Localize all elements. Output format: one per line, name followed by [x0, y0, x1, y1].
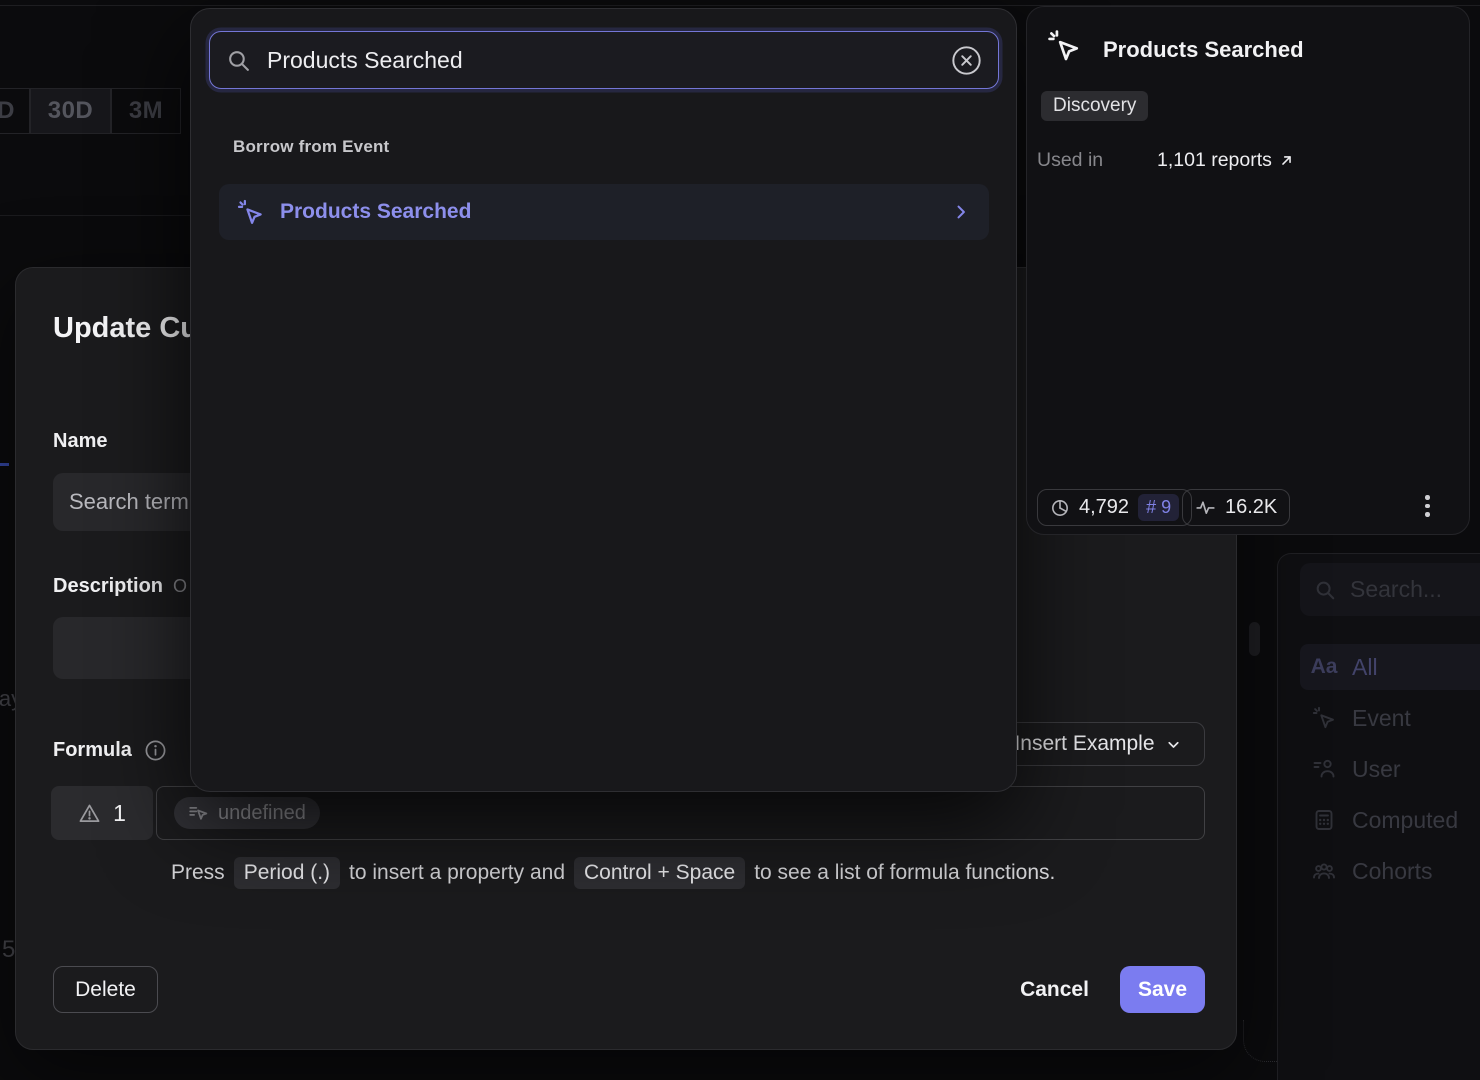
axis-tick-fragment: 5: [2, 936, 15, 964]
sidebar-search-input[interactable]: [1348, 575, 1480, 604]
formula-label-row: Formula: [53, 739, 167, 762]
event-result-label: Products Searched: [280, 200, 471, 224]
event-cursor-icon: [1047, 29, 1081, 63]
sidebar-item-label: Computed: [1352, 807, 1458, 834]
name-label: Name: [53, 430, 107, 453]
formula-hint: Press Period (.) to insert a property an…: [171, 857, 1055, 889]
sidebar-item-label: Event: [1352, 705, 1411, 732]
time-range-30d-button[interactable]: 30D: [30, 88, 111, 134]
search-icon: [1314, 579, 1336, 601]
pulse-icon: [1195, 497, 1216, 518]
sidebar-item-user[interactable]: User: [1300, 746, 1480, 792]
property-search-input[interactable]: [265, 46, 937, 75]
activity-value: 16.2K: [1225, 496, 1277, 519]
time-range-3m-button[interactable]: 3M: [111, 88, 181, 134]
sidebar-item-event[interactable]: Event: [1300, 695, 1480, 741]
user-icon: [1312, 757, 1336, 781]
sidebar-item-cohorts[interactable]: Cohorts: [1300, 848, 1480, 894]
used-in-label: Used in: [1037, 149, 1103, 172]
formula-property-chip[interactable]: undefined: [174, 797, 320, 829]
property-search-field[interactable]: [209, 31, 999, 89]
sidebar-item-label: Cohorts: [1352, 858, 1433, 885]
formula-chip-label: undefined: [218, 802, 306, 825]
activity-pill[interactable]: 16.2K: [1182, 489, 1290, 526]
warning-icon: [78, 802, 101, 825]
sidebar-item-all[interactable]: Aa All: [1300, 644, 1480, 690]
hint-press: Press: [171, 861, 225, 885]
description-label: Description: [53, 575, 163, 598]
used-in-reports-link[interactable]: 1,101 reports: [1157, 149, 1295, 172]
rank-badge: # 9: [1138, 494, 1179, 521]
info-icon[interactable]: [144, 739, 167, 762]
event-result-row[interactable]: Products Searched: [219, 184, 989, 240]
external-link-arrow-icon: [1278, 152, 1295, 169]
toolbar-divider: [0, 215, 190, 216]
event-details-panel: Products Searched Discovery Used in 1,10…: [1026, 6, 1470, 535]
event-cursor-icon: [237, 199, 264, 226]
calculator-icon: [1312, 808, 1336, 832]
chevron-down-icon: [1165, 736, 1182, 753]
modal-title: Update Cu: [53, 312, 198, 345]
search-icon: [226, 48, 251, 73]
cohorts-icon: [1312, 859, 1336, 883]
sidebar-search-field[interactable]: [1300, 563, 1480, 616]
sidebar-item-computed[interactable]: Computed: [1300, 797, 1480, 843]
formula-input[interactable]: undefined: [156, 786, 1205, 840]
event-cursor-icon: [1312, 706, 1336, 730]
insert-example-label: Insert Example: [1014, 732, 1154, 756]
total-count-pill[interactable]: 4,792 # 9: [1037, 489, 1192, 526]
background-scrollbar-thumb[interactable]: [1249, 622, 1260, 656]
pie-chart-icon: [1050, 498, 1070, 518]
control-space-key-chip: Control + Space: [574, 857, 745, 889]
time-range-partial-label: D: [0, 97, 15, 125]
description-optional-fragment: O: [173, 576, 187, 597]
sidebar-item-list: Aa All Event User Computed Cohorts: [1300, 644, 1480, 894]
clear-search-button[interactable]: [951, 45, 982, 76]
chart-line-fragment: [0, 463, 9, 466]
total-count-value: 4,792: [1079, 496, 1129, 519]
period-key-chip: Period (.): [234, 857, 340, 889]
formula-warning-counter[interactable]: 1: [51, 786, 153, 840]
formula-label: Formula: [53, 739, 132, 762]
used-in-value: 1,101 reports: [1157, 149, 1272, 172]
hint-end: to see a list of formula functions.: [754, 861, 1055, 885]
sidebar-item-label: All: [1352, 654, 1378, 681]
delete-button[interactable]: Delete: [53, 966, 158, 1013]
sidebar-item-label: User: [1352, 756, 1401, 783]
property-lines-cursor-icon: [188, 803, 209, 824]
borrow-from-event-label: Borrow from Event: [233, 137, 389, 157]
time-range-30d-label: 30D: [48, 97, 94, 125]
description-label-row: Description O: [53, 575, 187, 598]
hint-mid: to insert a property and: [349, 861, 565, 885]
save-button[interactable]: Save: [1120, 966, 1205, 1013]
property-type-sidebar: Aa All Event User Computed Cohorts: [1277, 553, 1480, 1080]
cancel-button[interactable]: Cancel: [1002, 966, 1107, 1013]
time-range-3m-label: 3M: [129, 97, 163, 125]
category-badge: Discovery: [1041, 91, 1148, 121]
property-search-dropdown: Borrow from Event Products Searched: [190, 8, 1017, 792]
warning-count: 1: [113, 800, 126, 827]
insert-example-button[interactable]: Insert Example: [991, 722, 1205, 766]
text-format-icon: Aa: [1312, 655, 1336, 679]
chevron-right-icon: [951, 202, 971, 222]
time-range-7d-button[interactable]: D: [0, 88, 30, 134]
more-options-button[interactable]: [1425, 495, 1430, 517]
event-details-title: Products Searched: [1103, 37, 1304, 63]
